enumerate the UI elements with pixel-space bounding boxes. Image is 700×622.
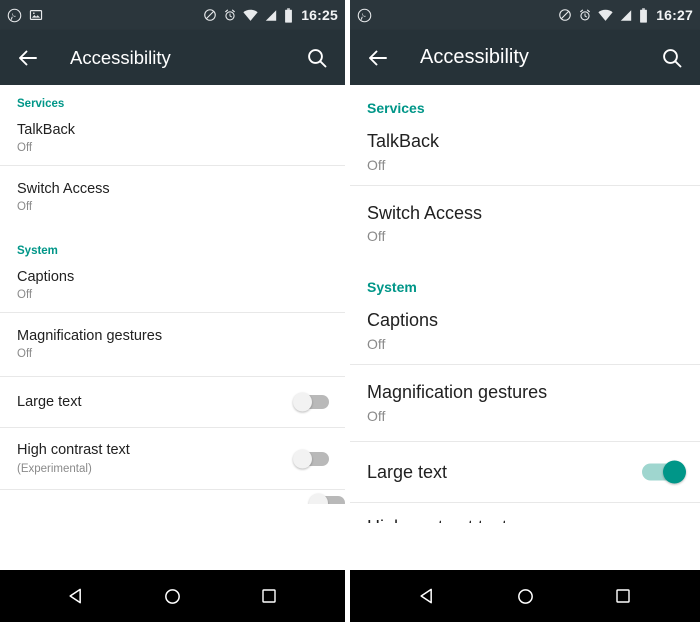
section-header-services: Services bbox=[367, 100, 425, 116]
list-item-large-text[interactable]: Large text bbox=[350, 441, 700, 503]
wifi-icon bbox=[243, 9, 258, 21]
list-item-high-contrast-text[interactable]: High contrast text (Experimental) bbox=[0, 428, 345, 490]
large-text-toggle[interactable] bbox=[293, 392, 329, 412]
toolbar-right: Accessibility bbox=[350, 30, 700, 85]
list-item-subtitle: Off bbox=[17, 289, 33, 302]
list-item-subtitle: Off bbox=[17, 201, 33, 214]
settings-list-right[interactable]: Services TalkBack Off Switch Access Off … bbox=[350, 85, 700, 570]
list-item-talkback[interactable]: TalkBack Off bbox=[350, 119, 700, 185]
section-header-services: Services bbox=[17, 98, 65, 110]
list-item-title: TalkBack bbox=[17, 122, 76, 138]
list-item-subtitle: Off bbox=[367, 335, 386, 352]
list-item-title: TalkBack bbox=[367, 131, 440, 151]
settings-list-left[interactable]: Services TalkBack Off Switch Access Off … bbox=[0, 85, 345, 570]
list-item-subtitle: Off bbox=[367, 156, 386, 173]
list-item-captions[interactable]: Captions Off bbox=[350, 298, 700, 365]
list-item-large-text[interactable]: Large text bbox=[0, 377, 345, 428]
section-header-system: System bbox=[17, 245, 58, 258]
status-bar-right: 16:27 bbox=[350, 0, 700, 30]
status-bar-system-icons-right: 16:27 bbox=[558, 7, 693, 23]
page-title: Accessibility bbox=[70, 46, 171, 68]
large-text-toggle[interactable] bbox=[642, 460, 686, 484]
dual-screenshot-comparison: 16:25 Accessibility Services TalkBack Of… bbox=[0, 0, 700, 622]
list-item-title: Captions bbox=[367, 310, 439, 331]
list-item-switch-access[interactable]: Switch Access Off bbox=[0, 166, 345, 230]
whatsapp-icon bbox=[7, 8, 22, 22]
toolbar-left: Accessibility bbox=[0, 30, 345, 85]
list-item-subtitle: Off bbox=[367, 228, 386, 245]
list-item-title: Large text bbox=[17, 394, 82, 411]
alarm-icon bbox=[580, 9, 591, 21]
list-item-title: High contrast text bbox=[367, 516, 700, 523]
screenshot-image-icon bbox=[29, 10, 43, 20]
nav-recents-icon[interactable] bbox=[610, 583, 636, 609]
list-item-subtitle: Off bbox=[17, 348, 33, 361]
wifi-icon bbox=[598, 9, 613, 21]
whatsapp-icon bbox=[357, 8, 372, 22]
phone-screen-right: 16:27 Accessibility Services TalkBack Of… bbox=[350, 0, 700, 622]
list-item-subtitle: Off bbox=[367, 407, 386, 424]
search-icon[interactable] bbox=[305, 46, 329, 70]
nav-recents-icon[interactable] bbox=[256, 583, 282, 609]
arrow-back-icon[interactable] bbox=[16, 46, 40, 70]
status-bar-system-icons-left: 16:25 bbox=[203, 7, 338, 23]
list-item-magnification-gestures[interactable]: Magnification gestures Off bbox=[350, 365, 700, 441]
list-item-switch-access[interactable]: Switch Access Off bbox=[350, 185, 700, 262]
list-item-high-contrast-text-cutoff[interactable]: High contrast text bbox=[350, 503, 700, 523]
status-bar-notifications-left bbox=[7, 8, 43, 23]
nav-back-icon[interactable] bbox=[63, 583, 89, 609]
battery-icon bbox=[285, 7, 293, 23]
section-header-system: System bbox=[367, 279, 417, 296]
list-item-partial-cutoff[interactable] bbox=[0, 490, 345, 505]
status-bar-clock-left: 16:25 bbox=[301, 7, 338, 23]
nav-bar-right bbox=[350, 570, 700, 622]
list-item-captions[interactable]: Captions Off bbox=[0, 259, 345, 313]
nav-back-icon[interactable] bbox=[414, 583, 440, 609]
list-item-title: Switch Access bbox=[17, 181, 110, 198]
battery-icon bbox=[640, 7, 648, 23]
list-item-title: Large text bbox=[367, 461, 448, 482]
high-contrast-text-toggle[interactable] bbox=[293, 449, 329, 469]
partial-toggle[interactable] bbox=[309, 493, 345, 505]
list-item-title: Magnification gestures bbox=[367, 382, 548, 403]
list-item-title: Switch Access bbox=[367, 202, 483, 223]
alarm-icon bbox=[225, 9, 236, 21]
nav-home-icon[interactable] bbox=[512, 583, 538, 609]
status-bar-clock-right: 16:27 bbox=[656, 7, 693, 23]
list-item-magnification-gestures[interactable]: Magnification gestures Off bbox=[0, 313, 345, 377]
toggle-knob bbox=[293, 392, 312, 412]
page-title: Accessibility bbox=[420, 46, 529, 68]
arrow-back-icon[interactable] bbox=[366, 46, 390, 70]
list-item-title: High contrast text bbox=[17, 442, 130, 459]
do-not-disturb-icon bbox=[559, 9, 571, 21]
search-icon[interactable] bbox=[660, 46, 684, 70]
list-item-subtitle: (Experimental) bbox=[17, 462, 92, 475]
nav-bar-left bbox=[0, 570, 345, 622]
signal-icon bbox=[620, 9, 632, 21]
list-item-title: Magnification gestures bbox=[17, 328, 163, 345]
status-bar-notifications-right bbox=[357, 8, 372, 23]
toggle-knob bbox=[663, 460, 686, 484]
status-bar-left: 16:25 bbox=[0, 0, 345, 30]
list-item-title: Captions bbox=[17, 269, 75, 286]
nav-home-icon[interactable] bbox=[159, 583, 185, 609]
signal-icon bbox=[265, 9, 277, 21]
do-not-disturb-icon bbox=[204, 9, 216, 21]
list-item-talkback[interactable]: TalkBack Off bbox=[0, 112, 345, 166]
toggle-knob bbox=[293, 449, 312, 469]
list-item-subtitle: Off bbox=[17, 142, 33, 155]
phone-screen-left: 16:25 Accessibility Services TalkBack Of… bbox=[0, 0, 345, 622]
